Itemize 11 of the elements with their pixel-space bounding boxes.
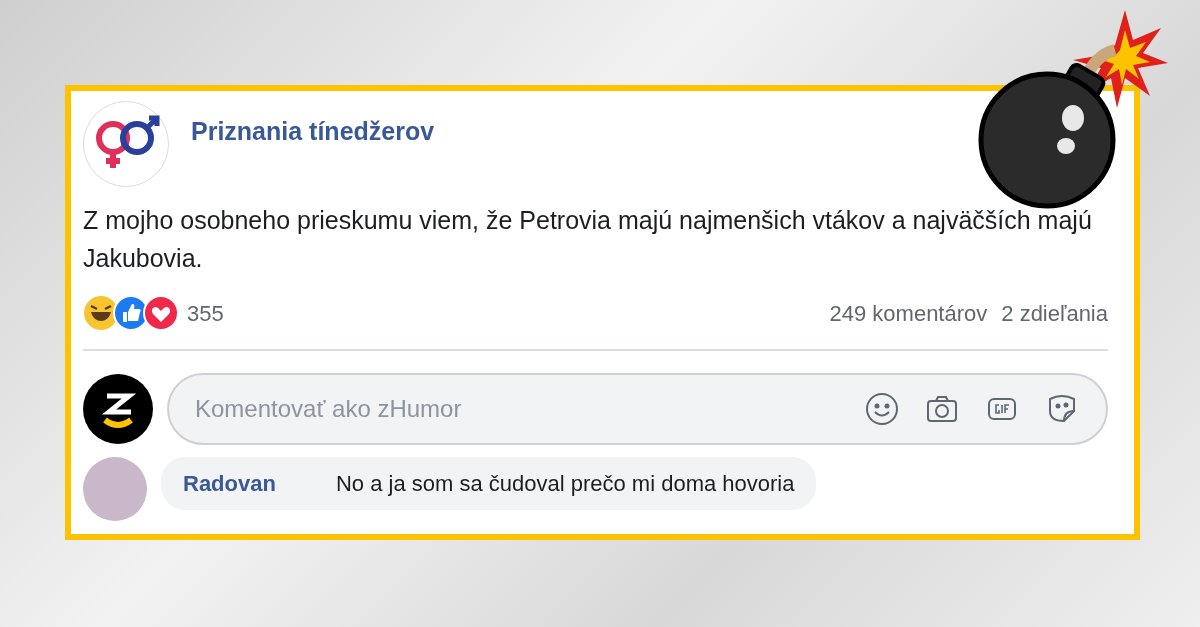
comment-text: No a ja som sa čudoval prečo mi doma hovoria [335,470,795,498]
reactions-count[interactable]: 355 [187,296,224,330]
smiley-icon[interactable] [864,391,900,427]
shares-count[interactable]: 2 zdieľania [1001,296,1108,330]
comment-field[interactable]: Komentovať ako zHumor [167,373,1108,445]
comment-author[interactable]: Radovan [183,467,276,500]
profile-logo-icon [83,374,153,444]
page-name[interactable]: Priznania tínedžerov [191,113,435,151]
comment-input[interactable]: Komentovať ako zHumor [195,391,864,427]
comments-count[interactable]: 249 komentárov [829,296,988,330]
post-text: Z mojho osobneho prieskumu viem, že Petrovia majú najmenšich vtákov a najväčších majú Jakubovia. [83,205,1093,274]
